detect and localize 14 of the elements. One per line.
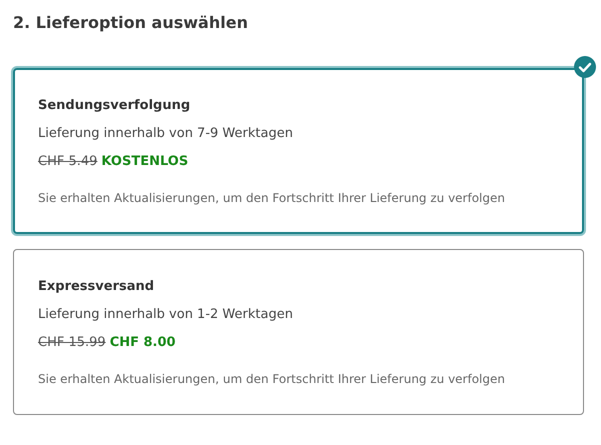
old-price: CHF 5.49 bbox=[38, 153, 98, 171]
delivery-option-card[interactable]: Sendungsverfolgung Lieferung innerhalb von 7-9 Werktagen CHF 5.49 KOSTENLOS Sie erhalten Aktualisierungen, um den Fortschritt Ihrer Lieferung zu verfolgen bbox=[13, 68, 584, 234]
option-name: Expressversand bbox=[38, 278, 156, 296]
delivery-time: Lieferung innerhalb von 1-2 Werktagen bbox=[38, 306, 294, 324]
option-name: Sendungsverfolgung bbox=[38, 97, 192, 115]
section-heading: 2. Lieferoption auswählen bbox=[13, 12, 249, 34]
checkmark-icon bbox=[574, 56, 596, 78]
delivery-option-card[interactable]: Expressversand Lieferung innerhalb von 1-2 Werktagen CHF 15.99 CHF 8.00 Sie erhalten Aktualisierungen, um den Fortschritt Ihrer Lieferung zu verfolgen bbox=[13, 249, 584, 415]
old-price: CHF 15.99 bbox=[38, 334, 106, 352]
option-note: Sie erhalten Aktualisierungen, um den Fortschritt Ihrer Lieferung zu verfolgen bbox=[38, 371, 506, 388]
option-note: Sie erhalten Aktualisierungen, um den Fortschritt Ihrer Lieferung zu verfolgen bbox=[38, 190, 506, 207]
new-price: KOSTENLOS bbox=[101, 153, 188, 171]
new-price: CHF 8.00 bbox=[110, 334, 176, 352]
delivery-time: Lieferung innerhalb von 7-9 Werktagen bbox=[38, 125, 294, 143]
